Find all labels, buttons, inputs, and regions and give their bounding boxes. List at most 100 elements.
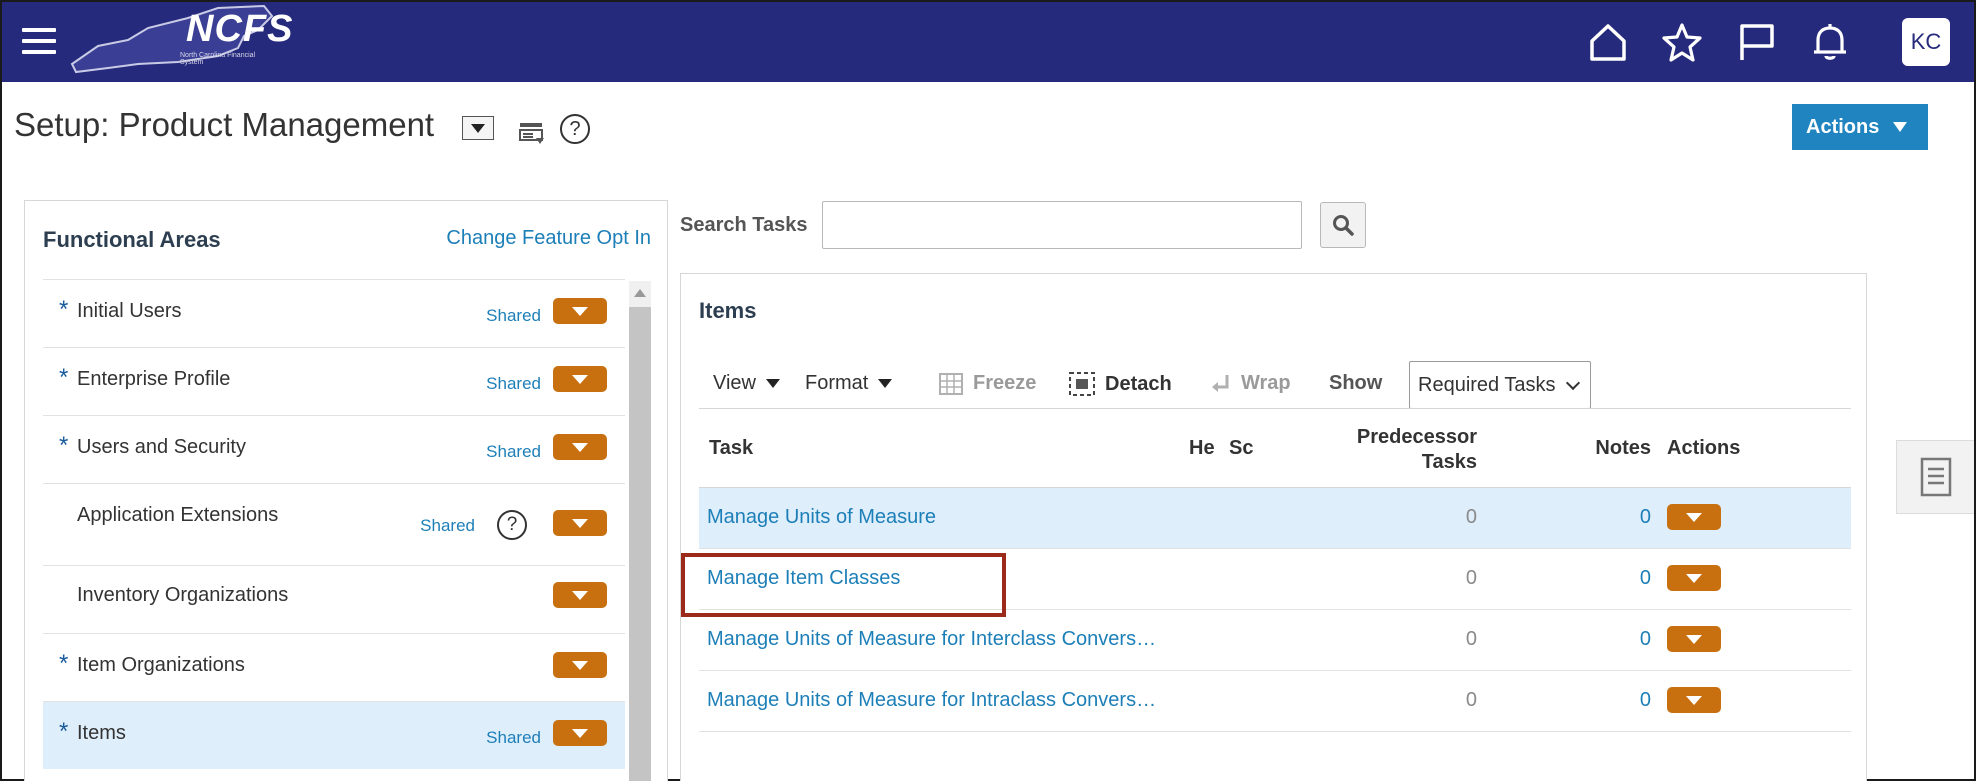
task-link[interactable]: Manage Item Classes <box>707 567 900 590</box>
navigator-menu-icon[interactable] <box>22 28 56 54</box>
functional-area-label[interactable]: Items <box>77 722 126 745</box>
shared-label: Shared <box>486 306 541 325</box>
column-header-he[interactable]: He <box>1189 437 1215 460</box>
notes-count[interactable]: 0 <box>1611 689 1651 712</box>
row-actions-dropdown[interactable] <box>553 510 607 536</box>
table-row[interactable]: Manage Item Classes 0 0 <box>699 549 1851 610</box>
home-icon[interactable] <box>1586 20 1630 64</box>
functional-area-label[interactable]: Enterprise Profile <box>77 368 230 391</box>
column-header-notes[interactable]: Notes <box>1581 437 1651 460</box>
hamburger-line <box>22 50 56 54</box>
predecessor-count: 0 <box>1465 567 1477 589</box>
search-tasks-input[interactable] <box>822 201 1302 249</box>
required-indicator: * <box>59 650 69 677</box>
show-filter-value: Required Tasks <box>1418 373 1556 396</box>
functional-area-label[interactable]: Initial Users <box>77 300 181 323</box>
show-filter-select[interactable]: Required Tasks <box>1409 361 1591 409</box>
side-panel-tab[interactable] <box>1896 440 1974 514</box>
row-actions-dropdown[interactable] <box>1667 504 1721 530</box>
freeze-icon <box>939 372 963 395</box>
task-link[interactable]: Manage Units of Measure for Intraclass C… <box>707 689 1156 712</box>
functional-area-application-extensions[interactable]: Application Extensions Shared ? <box>43 483 625 565</box>
format-menu[interactable]: Format <box>805 372 893 395</box>
functional-areas-scrollbar[interactable] <box>629 281 651 781</box>
functional-area-label[interactable]: Users and Security <box>77 436 246 459</box>
functional-area-users-and-security[interactable]: * Users and Security Shared <box>43 415 625 483</box>
notes-count[interactable]: 0 <box>1611 628 1651 651</box>
predecessor-count: 0 <box>1465 628 1477 650</box>
items-panel-title: Items <box>699 298 757 323</box>
row-actions-dropdown[interactable] <box>1667 565 1721 591</box>
column-header-predecessor-tasks[interactable]: Predecessor Tasks <box>1321 425 1477 475</box>
functional-area-initial-users[interactable]: * Initial Users Shared <box>43 279 625 347</box>
page-title-dropdown[interactable] <box>462 116 494 140</box>
detach-button[interactable]: Detach <box>1069 372 1172 396</box>
help-icon[interactable]: ? <box>560 114 590 144</box>
scroll-thumb[interactable] <box>629 307 651 781</box>
table-row[interactable]: Manage Units of Measure for Interclass C… <box>699 610 1851 671</box>
wrap-button[interactable]: Wrap <box>1209 372 1291 395</box>
column-header-task[interactable]: Task <box>709 437 753 460</box>
show-label: Show <box>1329 372 1383 394</box>
task-link[interactable]: Manage Units of Measure for Interclass C… <box>707 628 1156 651</box>
column-header-sc[interactable]: Sc <box>1229 437 1261 460</box>
user-avatar[interactable]: KC <box>1902 18 1950 66</box>
chevron-down-icon <box>1565 375 1581 391</box>
task-link[interactable]: Manage Units of Measure <box>707 506 936 529</box>
items-tasks-panel: Items View Format Freeze Detach Wrap Sho… <box>680 273 1867 781</box>
functional-area-label[interactable]: Inventory Organizations <box>77 584 288 607</box>
column-header-predecessor-line1: Predecessor <box>1356 426 1477 448</box>
tasks-table-header: Task He Sc Predecessor Tasks Notes Actio… <box>699 408 1851 488</box>
table-toolbar: View Format Freeze Detach Wrap Show Requ… <box>699 356 1851 416</box>
notifications-bell-icon[interactable] <box>1808 20 1852 64</box>
functional-area-enterprise-profile[interactable]: * Enterprise Profile Shared <box>43 347 625 415</box>
row-actions-dropdown[interactable] <box>553 366 607 392</box>
column-header-predecessor-line2: Tasks <box>1421 451 1477 473</box>
favorites-star-icon[interactable] <box>1660 20 1704 64</box>
functional-area-inventory-organizations[interactable]: Inventory Organizations <box>43 565 625 633</box>
row-actions-dropdown[interactable] <box>1667 687 1721 713</box>
predecessor-count: 0 <box>1465 689 1477 711</box>
row-actions-dropdown[interactable] <box>1667 626 1721 652</box>
flag-icon[interactable] <box>1734 20 1778 64</box>
scroll-up-arrow-icon[interactable] <box>634 289 646 297</box>
search-icon <box>1333 215 1354 236</box>
ncfs-logo[interactable]: NCFS North Carolina Financial System <box>68 2 292 80</box>
functional-area-label[interactable]: Item Organizations <box>77 654 245 677</box>
view-menu-label: View <box>713 372 756 394</box>
table-row[interactable]: Manage Units of Measure for Intraclass C… <box>699 671 1851 732</box>
freeze-label: Freeze <box>973 372 1037 394</box>
tasks-table: Task He Sc Predecessor Tasks Notes Actio… <box>699 408 1851 732</box>
functional-areas-panel: Functional Areas Change Feature Opt In *… <box>24 200 668 781</box>
help-icon[interactable]: ? <box>497 510 527 540</box>
row-actions-dropdown[interactable] <box>553 434 607 460</box>
required-indicator: * <box>59 296 69 323</box>
document-icon <box>1920 457 1951 497</box>
notes-count[interactable]: 0 <box>1611 506 1651 529</box>
required-indicator: * <box>59 364 69 391</box>
hamburger-line <box>22 28 56 32</box>
actions-button-label: Actions <box>1806 115 1880 138</box>
shared-label: Shared <box>486 728 541 747</box>
freeze-button[interactable]: Freeze <box>939 372 1036 395</box>
view-menu[interactable]: View <box>713 372 780 395</box>
actions-button[interactable]: Actions <box>1792 104 1928 150</box>
row-actions-dropdown[interactable] <box>553 582 607 608</box>
logo-text: NCFS <box>186 8 294 50</box>
search-button[interactable] <box>1320 202 1366 248</box>
page-title: Setup: Product Management <box>14 106 435 143</box>
detach-icon <box>1069 372 1095 396</box>
predecessor-count: 0 <box>1465 506 1477 528</box>
task-list-icon[interactable] <box>518 120 546 146</box>
change-feature-opt-in-link[interactable]: Change Feature Opt In <box>446 227 651 250</box>
row-actions-dropdown[interactable] <box>553 298 607 324</box>
row-actions-dropdown[interactable] <box>553 720 607 746</box>
notes-count[interactable]: 0 <box>1611 567 1651 590</box>
functional-area-items[interactable]: * Items Shared <box>43 701 625 769</box>
functional-area-label[interactable]: Application Extensions <box>77 504 278 527</box>
table-row[interactable]: Manage Units of Measure 0 0 <box>699 488 1851 549</box>
row-actions-dropdown[interactable] <box>553 652 607 678</box>
hamburger-line <box>22 39 56 43</box>
functional-area-item-organizations[interactable]: * Item Organizations <box>43 633 625 701</box>
column-header-actions[interactable]: Actions <box>1667 437 1740 460</box>
